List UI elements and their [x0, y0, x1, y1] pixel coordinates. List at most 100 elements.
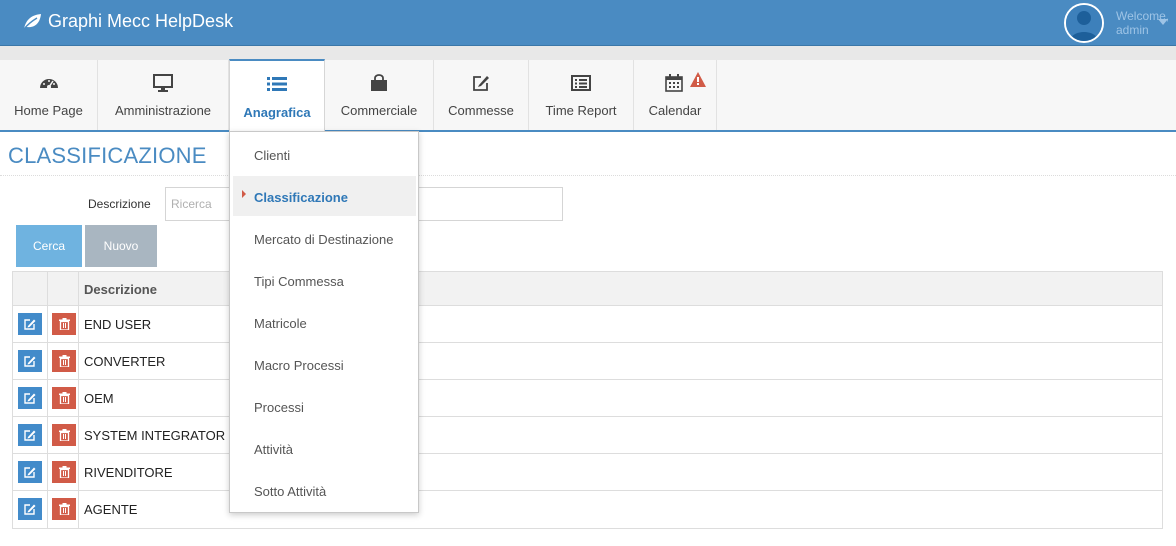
trash-icon — [58, 392, 70, 404]
tab-label: Amministrazione — [114, 103, 212, 118]
edit-button[interactable] — [18, 387, 42, 409]
leaf-icon — [23, 13, 41, 29]
tab-home-page[interactable]: Home Page — [0, 60, 98, 130]
trash-icon — [58, 466, 70, 478]
row-description: END USER — [84, 317, 152, 332]
delete-button[interactable] — [52, 424, 76, 446]
delete-button[interactable] — [52, 313, 76, 335]
tab-calendar[interactable]: Calendar — [634, 60, 717, 130]
row-description: RIVENDITORE — [84, 465, 173, 480]
table-row: CONVERTER — [13, 343, 1162, 380]
menu-item-label: Clienti — [254, 148, 291, 163]
trash-icon — [58, 503, 70, 515]
tab-anagrafica[interactable]: Anagrafica — [229, 59, 325, 131]
menu-item-label: Macro Processi — [254, 358, 344, 373]
delete-cell — [48, 491, 79, 528]
menu-item-label: Attività — [254, 442, 294, 457]
header-cell-edit — [13, 272, 48, 305]
warning-icon — [690, 72, 706, 87]
tab-commesse[interactable]: Commesse — [434, 60, 529, 130]
edit-icon — [473, 76, 489, 91]
edit-cell — [13, 343, 48, 379]
menu-item-attivita[interactable]: Attività — [230, 428, 418, 468]
main-nav: Home Page Amministrazione Anagrafica Com… — [0, 59, 1176, 132]
edit-button[interactable] — [18, 424, 42, 446]
tab-label: Commerciale — [340, 103, 418, 118]
row-description: SYSTEM INTEGRATOR — [84, 428, 226, 443]
delete-cell — [48, 380, 79, 416]
header-description[interactable]: Descrizione — [84, 282, 157, 297]
top-header: Graphi Mecc HelpDesk Welcome, admin — [0, 0, 1176, 46]
delete-button[interactable] — [52, 350, 76, 372]
delete-button[interactable] — [52, 498, 76, 520]
trash-icon — [58, 318, 70, 330]
tab-amministrazione[interactable]: Amministrazione — [98, 60, 229, 130]
list-icon — [267, 77, 287, 91]
trash-icon — [58, 355, 70, 367]
list-alt-icon — [571, 75, 591, 91]
desktop-icon — [153, 74, 173, 92]
menu-item-label: Tipi Commessa — [254, 274, 344, 289]
edit-button[interactable] — [18, 313, 42, 335]
edit-button[interactable] — [18, 498, 42, 520]
delete-cell — [48, 454, 79, 490]
app-title: Graphi Mecc HelpDesk — [48, 11, 234, 31]
edit-button[interactable] — [18, 350, 42, 372]
anagrafica-dropdown-menu: Clienti Classificazione Mercato di Desti… — [229, 131, 419, 513]
menu-item-classificazione[interactable]: Classificazione — [233, 176, 416, 216]
table-row: AGENTE — [13, 491, 1162, 528]
user-menu[interactable]: Welcome, admin — [1064, 0, 1176, 46]
search-button[interactable]: Cerca — [16, 225, 82, 267]
dashboard-icon — [39, 79, 58, 89]
edit-cell — [13, 380, 48, 416]
table-header: Descrizione — [13, 272, 1162, 306]
avatar[interactable] — [1064, 3, 1104, 43]
tab-commerciale[interactable]: Commerciale — [325, 60, 434, 130]
edit-icon — [24, 319, 36, 330]
page-title: CLASSIFICAZIONE — [8, 143, 207, 168]
tab-label: Home Page — [14, 103, 83, 118]
tab-label: Commesse — [448, 103, 514, 118]
table-row: OEM — [13, 380, 1162, 417]
divider — [0, 175, 1176, 176]
new-button[interactable]: Nuovo — [85, 225, 157, 267]
brand[interactable]: Graphi Mecc HelpDesk — [22, 11, 233, 32]
edit-icon — [24, 393, 36, 404]
menu-item-tipi-commessa[interactable]: Tipi Commessa — [230, 260, 418, 300]
tab-label: Time Report — [545, 103, 617, 118]
header-gap — [0, 46, 1176, 60]
edit-button[interactable] — [18, 461, 42, 483]
edit-cell — [13, 454, 48, 490]
edit-icon — [24, 430, 36, 441]
menu-item-mercato-di-destinazione[interactable]: Mercato di Destinazione — [230, 218, 418, 258]
row-description: OEM — [84, 391, 114, 406]
edit-icon — [24, 504, 36, 515]
menu-item-label: Processi — [254, 400, 304, 415]
menu-item-macro-processi[interactable]: Macro Processi — [230, 344, 418, 384]
menu-item-label: Mercato di Destinazione — [254, 232, 394, 247]
edit-cell — [13, 306, 48, 342]
menu-item-label: Matricole — [254, 316, 307, 331]
calendar-icon — [665, 74, 683, 92]
table-row: SYSTEM INTEGRATOR — [13, 417, 1162, 454]
data-table: Descrizione END USER CONVERTER OEM SYSTEM I… — [12, 271, 1163, 529]
chevron-down-icon[interactable] — [1158, 19, 1168, 25]
menu-item-matricole[interactable]: Matricole — [230, 302, 418, 342]
delete-button[interactable] — [52, 387, 76, 409]
menu-item-processi[interactable]: Processi — [230, 386, 418, 426]
delete-cell — [48, 306, 79, 342]
menu-item-sotto-attivita[interactable]: Sotto Attività — [230, 470, 418, 510]
menu-item-clienti[interactable]: Clienti — [230, 134, 418, 174]
trash-icon — [58, 429, 70, 441]
table-row: END USER — [13, 306, 1162, 343]
delete-button[interactable] — [52, 461, 76, 483]
menu-item-label: Classificazione — [254, 190, 348, 205]
tab-time-report[interactable]: Time Report — [529, 60, 634, 130]
edit-cell — [13, 417, 48, 453]
row-description: CONVERTER — [84, 354, 166, 369]
shopping-bag-icon — [371, 74, 387, 91]
tab-label: Anagrafica — [243, 105, 311, 120]
edit-cell — [13, 491, 48, 528]
header-cell-delete — [48, 272, 79, 305]
user-name: admin — [1116, 23, 1149, 37]
